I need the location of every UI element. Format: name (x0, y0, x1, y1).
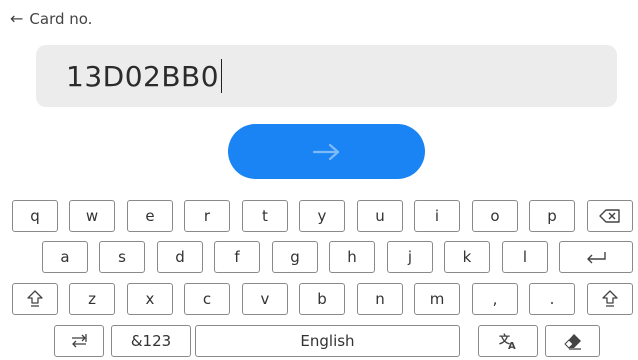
key-o[interactable]: o (472, 200, 518, 232)
key-g[interactable]: g (272, 241, 318, 273)
key-period[interactable]: . (529, 283, 575, 315)
enter-icon (587, 252, 606, 264)
submit-button[interactable] (228, 124, 425, 179)
card-number-screen: ← Card no. 13D02BB0 q w e r t y u i o p … (0, 0, 638, 360)
eraser-icon (563, 334, 581, 350)
svg-text:A: A (508, 341, 516, 350)
key-n[interactable]: n (357, 283, 403, 315)
switch-arrows-icon (72, 334, 87, 348)
text-caret (221, 59, 223, 93)
key-d[interactable]: d (157, 241, 203, 273)
back-arrow-icon[interactable]: ← (10, 11, 23, 27)
key-s[interactable]: s (99, 241, 145, 273)
key-v[interactable]: v (242, 283, 288, 315)
key-enter[interactable] (559, 241, 633, 273)
key-j[interactable]: j (387, 241, 433, 273)
key-e[interactable]: e (127, 200, 173, 232)
translate-icon: 文 A (499, 332, 516, 350)
key-h[interactable]: h (329, 241, 375, 273)
key-c[interactable]: c (184, 283, 230, 315)
key-shift-left[interactable] (12, 283, 58, 315)
key-backspace[interactable] (587, 200, 633, 232)
arrow-right-icon (312, 143, 339, 160)
key-shift-right[interactable] (587, 283, 633, 315)
key-k[interactable]: k (444, 241, 490, 273)
page-title: Card no. (29, 10, 93, 28)
key-x[interactable]: x (127, 283, 173, 315)
key-b[interactable]: b (299, 283, 345, 315)
key-r[interactable]: r (184, 200, 230, 232)
key-translate[interactable]: 文 A (478, 325, 538, 357)
key-i[interactable]: i (414, 200, 460, 232)
key-comma[interactable]: , (472, 283, 518, 315)
card-number-value: 13D02BB0 (66, 59, 220, 93)
header: ← Card no. (10, 10, 92, 28)
key-u[interactable]: u (357, 200, 403, 232)
key-y[interactable]: y (299, 200, 345, 232)
key-m[interactable]: m (414, 283, 460, 315)
key-symbols[interactable]: &123 (111, 325, 191, 357)
key-w[interactable]: w (69, 200, 115, 232)
key-l[interactable]: l (502, 241, 548, 273)
key-q[interactable]: q (12, 200, 58, 232)
key-f[interactable]: f (214, 241, 260, 273)
shift-icon (602, 290, 618, 307)
key-z[interactable]: z (69, 283, 115, 315)
key-space-english[interactable]: English (195, 325, 460, 357)
shift-icon (27, 290, 43, 307)
key-p[interactable]: p (529, 200, 575, 232)
key-switch-keyboard[interactable] (54, 325, 104, 357)
key-t[interactable]: t (242, 200, 288, 232)
key-a[interactable]: a (42, 241, 88, 273)
backspace-icon (599, 209, 620, 223)
card-number-field[interactable]: 13D02BB0 (36, 45, 617, 107)
key-clear[interactable] (545, 325, 600, 357)
